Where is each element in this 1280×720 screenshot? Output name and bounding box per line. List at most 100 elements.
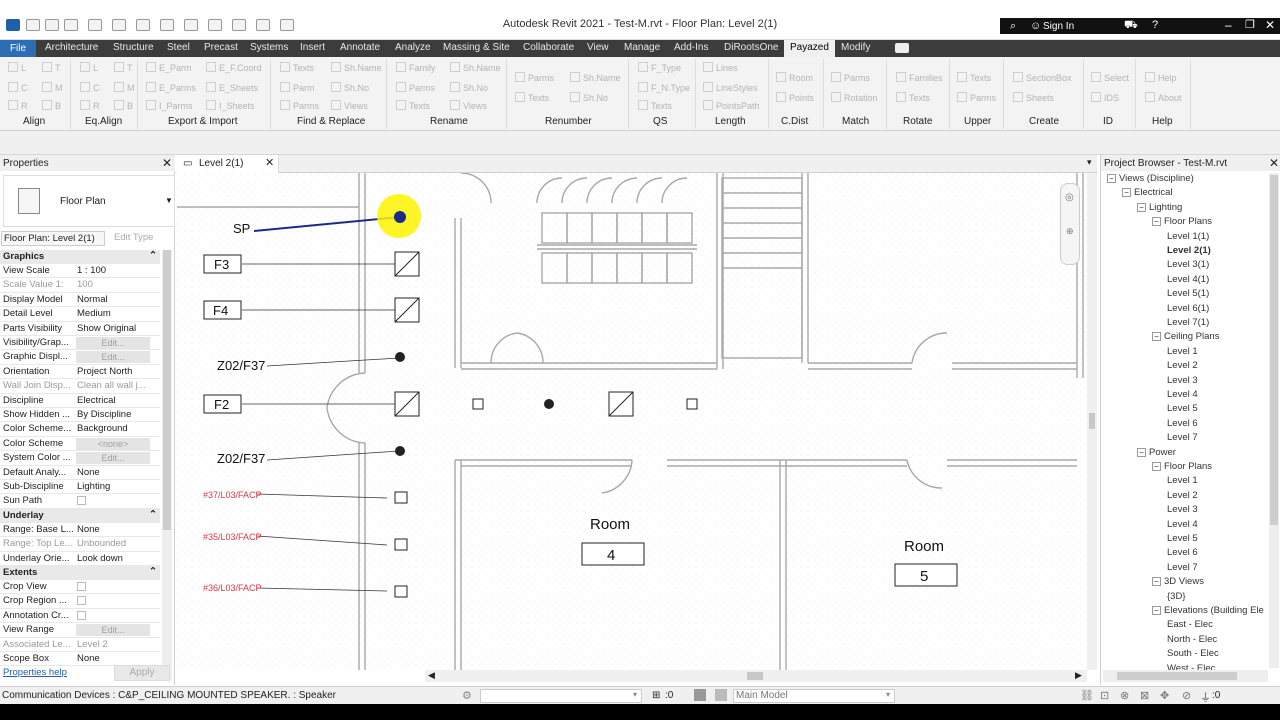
length-linestyles-button[interactable]: LineStyles: [703, 82, 758, 93]
design-options-icon[interactable]: [694, 689, 706, 701]
property-row[interactable]: Wall Join Disp... Clean all wall j...: [0, 379, 160, 394]
property-row[interactable]: Visibility/Grap... Edit...: [0, 336, 160, 351]
expand-icon[interactable]: −: [1137, 202, 1146, 212]
fire-alarm-device[interactable]: [394, 491, 408, 504]
pinned-select-icon[interactable]: ⊗: [1120, 689, 1129, 702]
find-texts-button[interactable]: Texts: [280, 62, 314, 73]
tab-collaborate[interactable]: Collaborate: [523, 42, 574, 53]
tab-structure[interactable]: Structure: [113, 42, 154, 53]
tab-list-icon[interactable]: ▾: [1087, 157, 1092, 168]
e-fcoord-button[interactable]: E_F.Coord: [206, 62, 262, 73]
property-value[interactable]: None: [77, 653, 157, 664]
create-sectionbox-button[interactable]: SectionBox: [1013, 72, 1072, 83]
navigation-bar[interactable]: ◎ ⊕: [1060, 183, 1080, 265]
eqalign-left-button[interactable]: L: [80, 62, 98, 73]
browser-node[interactable]: South - Elec: [1167, 648, 1219, 659]
tab-file[interactable]: File: [0, 40, 36, 57]
rename-views-button[interactable]: Views: [450, 100, 487, 111]
link-select-icon[interactable]: ⛓: [1080, 689, 1094, 702]
property-edit-button[interactable]: Edit...: [76, 452, 150, 465]
browser-node[interactable]: {3D}: [1167, 591, 1186, 602]
zoom-icon[interactable]: ⊕: [1066, 226, 1074, 237]
property-row[interactable]: Crop Region ...: [0, 594, 160, 609]
type-dropdown-icon[interactable]: ▼: [165, 196, 173, 205]
browser-node[interactable]: − Power: [1137, 447, 1176, 458]
expand-icon[interactable]: −: [1152, 606, 1161, 615]
renumber-shno-button[interactable]: Sh.No: [570, 92, 608, 103]
property-value[interactable]: Unbounded: [77, 538, 157, 549]
renumber-parms-button[interactable]: Parms: [515, 72, 554, 83]
browser-node[interactable]: Level 4: [1167, 519, 1198, 530]
property-row[interactable]: Color Scheme... Background: [0, 422, 160, 437]
browser-scrollbar[interactable]: [1269, 173, 1279, 668]
e-parm-button[interactable]: E_Parm: [146, 62, 192, 73]
property-row[interactable]: View Scale 1 : 100: [0, 264, 160, 279]
property-value[interactable]: Show Original: [77, 323, 157, 334]
match-rotation-button[interactable]: Rotation: [831, 92, 878, 103]
cart-icon[interactable]: ⛟: [1124, 19, 1138, 33]
upper-texts-button[interactable]: Texts: [957, 72, 991, 83]
tag-z02-f37-2[interactable]: Z02/F37: [217, 451, 265, 466]
room-number-4[interactable]: 4: [607, 547, 615, 564]
e-parms-button[interactable]: E_Parms: [146, 82, 196, 93]
tab-insert[interactable]: Insert: [300, 42, 325, 53]
browser-node[interactable]: − Electrical: [1122, 187, 1173, 198]
property-value[interactable]: Medium: [77, 308, 157, 319]
cdist-room-button[interactable]: Room: [776, 72, 813, 83]
rename-shname-button[interactable]: Sh.Name: [450, 62, 501, 73]
room-label-5[interactable]: Room: [904, 538, 944, 555]
speaker-selected[interactable]: [394, 211, 406, 223]
rotate-texts-button[interactable]: Texts: [896, 92, 930, 103]
property-row[interactable]: Annotation Cr...: [0, 609, 160, 624]
browser-node[interactable]: Level 6: [1167, 547, 1198, 558]
i-sheets-button[interactable]: I_Sheets: [206, 100, 255, 111]
tab-add-ins[interactable]: Add-Ins: [674, 42, 708, 53]
browser-node[interactable]: Level 5: [1167, 533, 1198, 544]
eqalign-middle-button[interactable]: M: [114, 82, 135, 93]
sign-in-link[interactable]: Sign In: [1043, 21, 1074, 32]
property-checkbox[interactable]: [77, 595, 157, 606]
property-row[interactable]: Orientation Project North: [0, 365, 160, 380]
browser-node[interactable]: Level 2(1): [1167, 245, 1211, 256]
length-pointspath-button[interactable]: PointsPath: [703, 100, 760, 111]
property-row[interactable]: Crop View: [0, 580, 160, 595]
fire-alarm-device[interactable]: [394, 585, 408, 598]
editable-only-icon[interactable]: ⊞: [652, 690, 660, 701]
property-row[interactable]: Sun Path: [0, 494, 160, 509]
expand-icon[interactable]: −: [1152, 332, 1161, 342]
browser-horizontal-scrollbar[interactable]: [1103, 670, 1268, 682]
close-icon[interactable]: ✕: [1265, 18, 1275, 32]
underlay-select-icon[interactable]: ⊡: [1100, 689, 1109, 702]
browser-node[interactable]: Level 2: [1167, 490, 1198, 501]
design-options-icon-2[interactable]: [715, 689, 727, 701]
property-row[interactable]: Sub-Discipline Lighting: [0, 480, 160, 495]
property-row[interactable]: Range: Base L... None: [0, 523, 160, 538]
tag-f4[interactable]: F4: [213, 303, 228, 318]
browser-node[interactable]: Level 1(1): [1167, 231, 1209, 242]
tab-steel[interactable]: Steel: [167, 42, 190, 53]
property-value[interactable]: Clean all wall j...: [77, 380, 157, 391]
browser-node[interactable]: Level 4(1): [1167, 274, 1209, 285]
property-row[interactable]: Graphic Displ... Edit...: [0, 350, 160, 365]
property-edit-button[interactable]: Edit...: [76, 351, 150, 364]
rename-parms-button[interactable]: Parms: [396, 82, 435, 93]
browser-node[interactable]: −3D Views: [1152, 576, 1204, 587]
find-views-button[interactable]: Views: [331, 100, 368, 111]
property-row[interactable]: Show Hidden ... By Discipline: [0, 408, 160, 423]
property-edit-button[interactable]: <none>: [76, 437, 150, 450]
tab-payazed[interactable]: Payazed: [784, 40, 835, 57]
minimize-icon[interactable]: –: [1225, 18, 1232, 32]
tab-annotate[interactable]: Annotate: [340, 42, 380, 53]
i-parms-button[interactable]: I_Parms: [146, 100, 193, 111]
browser-node[interactable]: Level 1: [1167, 346, 1198, 357]
workset-dropdown[interactable]: ▾: [480, 689, 642, 703]
tab-analyze[interactable]: Analyze: [395, 42, 431, 53]
canvas-horizontal-scrollbar[interactable]: ◀ ▶: [425, 670, 1087, 682]
align-middle-button[interactable]: M: [42, 82, 63, 93]
property-value[interactable]: By Discipline: [77, 409, 157, 420]
section-graphics[interactable]: Graphics ⌃: [0, 250, 160, 264]
restore-icon[interactable]: ❐: [1245, 18, 1255, 31]
browser-node[interactable]: Level 4: [1167, 389, 1198, 400]
rename-texts-button[interactable]: Texts: [396, 100, 430, 111]
property-checkbox[interactable]: [77, 495, 157, 506]
